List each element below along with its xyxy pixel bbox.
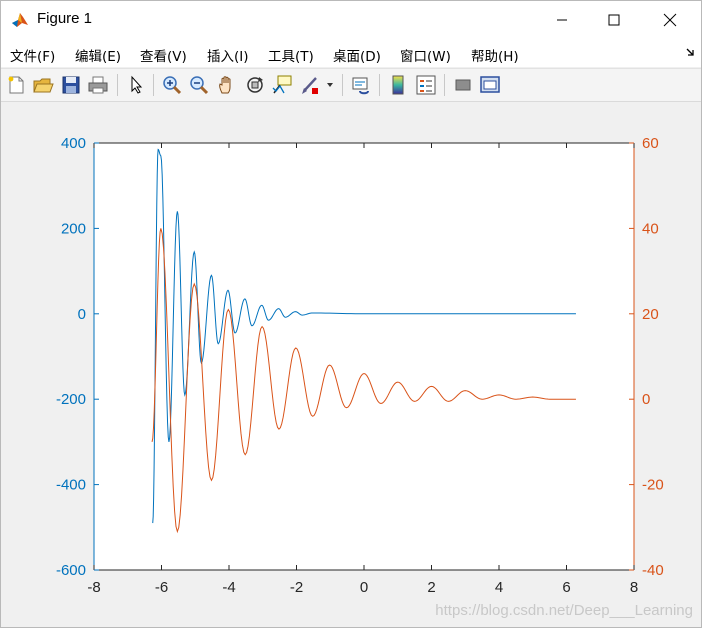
- data-cursor-icon[interactable]: [271, 74, 293, 96]
- x-tick-label: 2: [427, 579, 435, 596]
- right-y-tick-label: -20: [642, 477, 664, 494]
- save-icon[interactable]: [60, 74, 82, 96]
- watermark-text: https://blog.csdn.net/Deep___Learning: [435, 602, 693, 619]
- maximize-icon: [608, 14, 620, 26]
- maximize-button[interactable]: [591, 1, 637, 39]
- right-y-tick-label: 40: [642, 220, 659, 237]
- dual-axis-line-plot[interactable]: -8 -6 -4 -2 0 2 4 6 8 -600-400-2000200400 -40-20…: [1, 102, 701, 627]
- toolbar-separator: [153, 74, 154, 96]
- figure-window: Figure 1 文件(F) 编辑(E) 查看(V) 插入(I) 工具(T) 桌…: [0, 0, 702, 628]
- minimize-icon: [557, 19, 567, 21]
- menu-view[interactable]: 查看(V): [140, 45, 187, 65]
- menu-tools[interactable]: 工具(T): [268, 45, 314, 65]
- figure-canvas[interactable]: -8 -6 -4 -2 0 2 4 6 8 -600 -400 -200 0 200 400 -40 -20…: [1, 102, 701, 627]
- minimize-button[interactable]: [539, 1, 585, 39]
- brush-icon[interactable]: [299, 74, 321, 96]
- menu-bar: 文件(F) 编辑(E) 查看(V) 插入(I) 工具(T) 桌面(D) 窗口(W…: [1, 39, 701, 67]
- left-y-axis: -600 -400 -200 0 200 400: [56, 135, 99, 579]
- zoom-out-icon[interactable]: [188, 74, 210, 96]
- right-y-tick-label: 0: [642, 391, 650, 408]
- left-y-tick-label: -600: [56, 562, 86, 579]
- right-y-tick-label: -40: [642, 562, 664, 579]
- left-y-tick-label: 200: [61, 220, 86, 237]
- new-figure-icon[interactable]: [5, 74, 27, 96]
- x-tick-label: 4: [495, 579, 503, 596]
- right-y-tick-label: 20: [642, 306, 659, 323]
- pan-hand-icon[interactable]: [216, 74, 238, 96]
- left-y-tick-label: -400: [56, 477, 86, 494]
- menu-insert[interactable]: 插入(I): [207, 45, 249, 65]
- menu-file[interactable]: 文件(F): [10, 45, 55, 65]
- x-tick-label: -4: [222, 579, 235, 596]
- insert-legend-icon[interactable]: [415, 74, 437, 96]
- figure-toolbar: [1, 68, 701, 102]
- toolbar-separator: [379, 74, 380, 96]
- insert-colorbar-icon[interactable]: [387, 74, 409, 96]
- window-title: Figure 1: [37, 10, 93, 27]
- x-tick-label: 6: [562, 579, 570, 596]
- brush-dropdown-icon[interactable]: [326, 82, 334, 88]
- menu-window[interactable]: 窗口(W): [400, 45, 451, 65]
- toolbar-separator: [444, 74, 445, 96]
- right-y-tick-label: 60: [642, 135, 659, 152]
- toolbar-separator: [342, 74, 343, 96]
- matlab-logo-icon: [11, 11, 29, 29]
- left-y-tick-label: -200: [56, 391, 86, 408]
- edit-plot-arrow-icon[interactable]: [125, 74, 147, 96]
- close-button[interactable]: [647, 1, 693, 39]
- title-bar[interactable]: Figure 1: [1, 1, 701, 39]
- left-y-tick-label: 0: [78, 306, 86, 323]
- menu-help[interactable]: 帮助(H): [471, 45, 519, 65]
- link-plot-icon[interactable]: [350, 74, 372, 96]
- menu-desktop[interactable]: 桌面(D): [333, 45, 381, 65]
- left-y-tick-label: 400: [61, 135, 86, 152]
- close-icon: [663, 13, 677, 27]
- rotate-3d-icon[interactable]: [244, 74, 266, 96]
- x-tick-label: 0: [360, 579, 368, 596]
- axes-background: [94, 143, 634, 570]
- show-plot-tools-icon[interactable]: [479, 74, 501, 96]
- print-icon[interactable]: [87, 74, 109, 96]
- menu-edit[interactable]: 编辑(E): [75, 45, 121, 65]
- x-tick-label: -2: [290, 579, 303, 596]
- dock-arrow-icon[interactable]: [685, 47, 695, 57]
- open-file-icon[interactable]: [32, 74, 54, 96]
- hide-plot-tools-icon[interactable]: [452, 74, 474, 96]
- x-tick-label: 8: [630, 579, 638, 596]
- x-tick-label: -6: [155, 579, 168, 596]
- zoom-in-icon[interactable]: [161, 74, 183, 96]
- toolbar-separator: [117, 74, 118, 96]
- x-tick-label: -8: [87, 579, 100, 596]
